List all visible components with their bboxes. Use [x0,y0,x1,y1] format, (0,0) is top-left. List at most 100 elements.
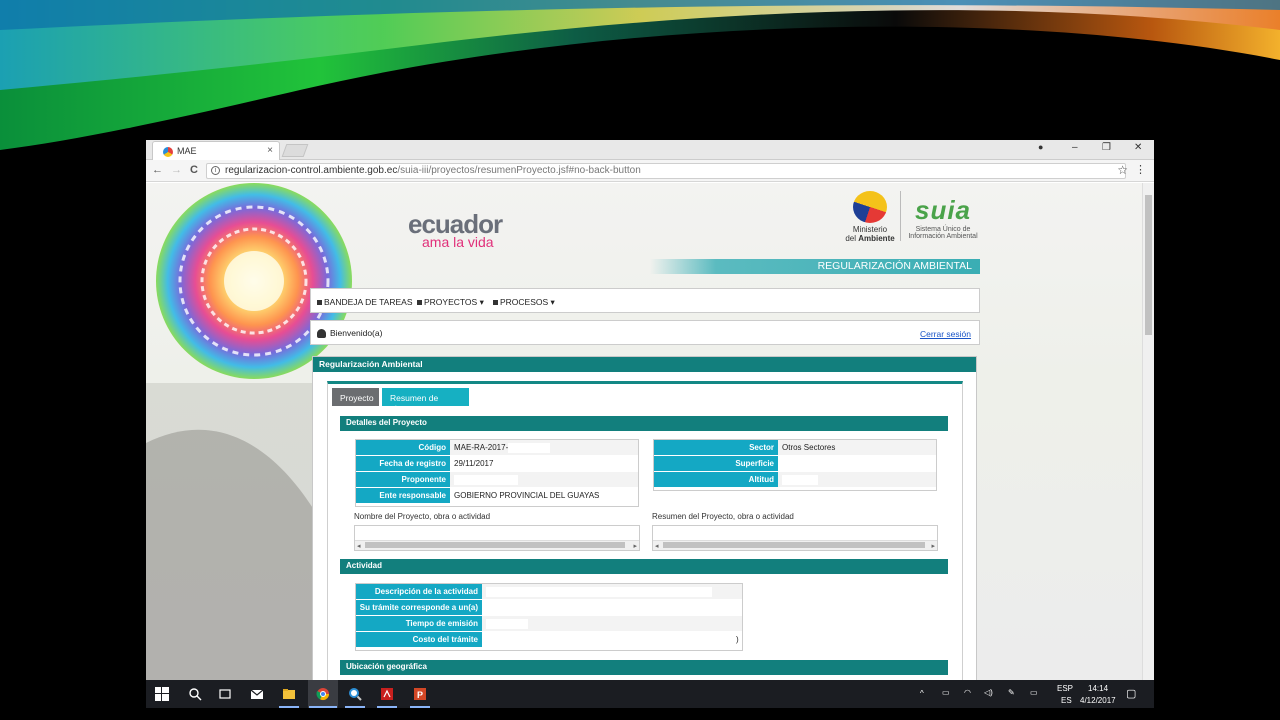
file-explorer-indicator [279,706,299,708]
volume-icon[interactable]: ◁) [984,688,993,697]
site-info-icon[interactable]: i [211,166,220,175]
redacted-block [486,619,528,629]
user-icon [317,329,326,339]
bookmark-star-icon[interactable]: ☆ [1117,163,1128,177]
menu-item-label: PROCESOS ▾ [500,297,555,307]
wifi-icon[interactable]: ◠ [964,688,971,697]
tab-strip: MAE × ● – ❐ ✕ [146,140,1154,160]
magnifier-indicator [345,706,365,708]
suia-line1: Sistema Único de [915,226,971,233]
acrobat-indicator [377,706,397,708]
section-detalles: Detalles del Proyecto [340,416,948,431]
menu-item-procesos[interactable]: PROCESOS ▾ [493,297,555,308]
redacted-block [508,443,551,453]
project-summary-field[interactable]: ◂ ▸ [652,525,938,551]
file-explorer-icon[interactable] [282,687,296,701]
field-row: Código MAE-RA-2017- [356,440,638,456]
field-label: Altitud [654,472,778,487]
horizontal-scrollbar[interactable]: ◂ ▸ [355,540,639,550]
address-toolbar: ← → C i regularizacion-control.ambiente.… [146,160,1154,182]
project-name-field[interactable]: ◂ ▸ [354,525,640,551]
redacted-block [486,587,712,597]
scroll-right-icon[interactable]: ▸ [931,542,935,550]
logout-link[interactable]: Cerrar sesión [920,329,971,339]
scroll-right-icon[interactable]: ▸ [633,542,637,550]
minimize-button[interactable]: – [1072,142,1078,153]
show-hidden-icons[interactable]: ^ [920,689,924,698]
pen-icon[interactable]: ✎ [1008,688,1015,697]
field-row: Fecha de registro 29/11/2017 [356,456,638,472]
reload-button[interactable]: C [190,164,198,176]
ecuador-logo: ecuador ama la vida [408,209,503,250]
browser-tab[interactable]: MAE × [152,141,280,160]
tab-proyecto[interactable]: Proyecto [332,388,379,406]
panel-title: Regularización Ambiental [313,357,976,372]
welcome-text: Bienvenido(a) [330,328,383,338]
browser-window: MAE × ● – ❐ ✕ ← → C i regularizacion-con… [146,140,1154,708]
section-ubicacion: Ubicación geográfica [340,660,948,675]
mail-icon[interactable] [250,687,264,701]
language-top[interactable]: ESP [1057,684,1073,693]
menu-item-label: BANDEJA DE TAREAS [324,297,413,307]
redacted-block [454,475,518,485]
acrobat-icon[interactable] [380,687,394,701]
powerpoint-icon[interactable]: P [413,687,427,701]
field-row: Tiempo de emisión [356,616,742,632]
project-summary-label: Resumen del Proyecto, obra o actividad [652,512,794,521]
language-bottom[interactable]: ES [1061,696,1072,705]
menu-bullet-icon [417,300,422,306]
field-label: Descripción de la actividad [356,584,482,599]
url-path: /suia-iii/proyectos/resumenProyecto.jsf#… [397,165,641,176]
page-viewport: ecuador ama la vida Ministerio del Ambie… [146,183,1142,680]
ministerio-emblem-icon [853,191,887,223]
slide-decorative-swoosh [0,0,1280,150]
close-window-button[interactable]: ✕ [1134,142,1142,153]
page-scrollbar[interactable] [1142,183,1154,680]
field-label: Superficie [654,456,778,471]
url-host: regularizacion-control.ambiente.gob.ec [225,165,398,176]
page-scroll-thumb[interactable] [1145,195,1152,335]
ecuador-tagline: ama la vida [422,234,494,250]
address-bar[interactable]: i regularizacion-control.ambiente.gob.ec… [206,163,1126,179]
scroll-thumb[interactable] [365,542,625,548]
scroll-thumb[interactable] [663,542,925,548]
chrome-icon[interactable] [316,687,330,701]
menu-item-proyectos[interactable]: PROYECTOS ▾ [417,297,484,308]
clock-time[interactable]: 14:14 [1088,684,1108,693]
redacted-block [782,475,818,485]
scroll-left-icon[interactable]: ◂ [655,542,659,550]
tab-close-icon[interactable]: × [267,145,273,156]
browser-menu-icon[interactable]: ⋮ [1135,163,1146,176]
clock-date[interactable]: 4/12/2017 [1080,696,1116,705]
logo-divider [900,191,901,241]
field-row: Ente responsable GOBIERNO PROVINCIAL DEL … [356,488,638,504]
field-row: Descripción de la actividad [356,584,742,600]
regularizacion-panel: Regularización Ambiental Proyecto Resume… [312,356,977,680]
field-value: 29/11/2017 [454,459,494,468]
search-icon[interactable] [188,687,202,701]
powerpoint-indicator [410,706,430,708]
battery-icon[interactable]: ▭ [942,688,950,697]
profile-icon[interactable]: ● [1038,142,1043,152]
field-label: Tiempo de emisión [356,616,482,631]
tab-resumen-etapas[interactable]: Resumen de etapas [382,388,469,413]
horizontal-scrollbar[interactable]: ◂ ▸ [653,540,937,550]
back-button[interactable]: ← [152,164,163,176]
forward-button[interactable]: → [171,164,182,176]
scroll-left-icon[interactable]: ◂ [357,542,361,550]
task-view-icon[interactable] [218,687,232,701]
restore-button[interactable]: ❐ [1102,142,1111,153]
details-right-table: Sector Otros Sectores Superficie Altitud [653,439,937,491]
new-tab-button[interactable] [281,144,309,157]
notifications-icon[interactable]: ▢ [1126,687,1136,700]
menu-bullet-icon [317,300,322,306]
field-value: ) [736,635,739,644]
windows-start-icon[interactable] [155,687,169,701]
field-label: Su trámite corresponde a un(a) [356,600,482,615]
menu-item-bandeja[interactable]: BANDEJA DE TAREAS [317,297,413,307]
field-label: Ente responsable [356,488,450,503]
menu-item-label: PROYECTOS ▾ [424,297,484,307]
keyboard-icon[interactable]: ▭ [1030,688,1038,697]
magnifier-app-icon[interactable] [348,687,362,701]
ministerio-line2: del [845,234,856,243]
